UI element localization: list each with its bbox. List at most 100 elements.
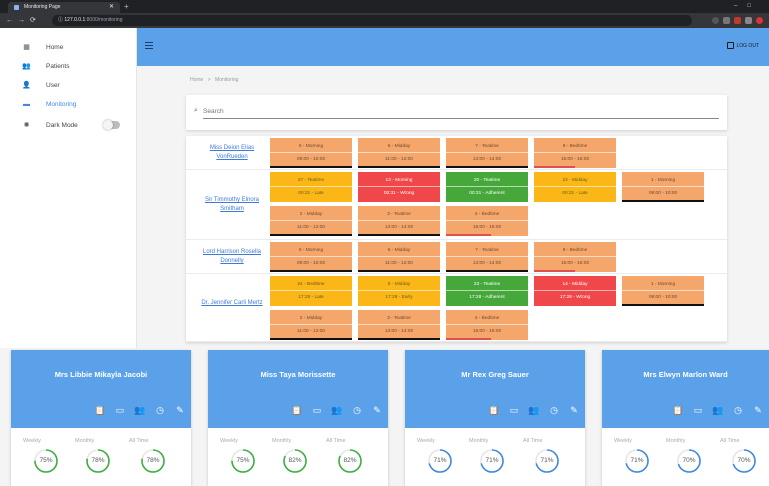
clipboard-icon[interactable]: 📋 (672, 405, 683, 416)
new-tab-icon[interactable]: + (124, 0, 129, 13)
clipboard-icon[interactable]: 📋 (488, 405, 499, 416)
group-icon[interactable]: 👥 (528, 405, 539, 416)
group-icon[interactable]: 👥 (712, 405, 723, 416)
patient-card: Mrs Libbie Mikayla Jacobi 📋 ▭ 👥 ◷ ✎ Weekly Mont… (11, 350, 191, 486)
schedule-slot[interactable]: 24 - Bedtime 17:28 - Late (270, 276, 352, 306)
clipboard-icon[interactable]: 📋 (94, 405, 105, 416)
search-input[interactable] (203, 105, 719, 119)
clock-icon[interactable]: ◷ (733, 405, 743, 416)
devices-icon[interactable]: ▭ (693, 405, 703, 416)
devices-icon[interactable]: ▭ (115, 405, 125, 416)
schedule-slot[interactable]: 5 - Morning 09:00 - 10:00 (270, 138, 352, 168)
schedule-slot[interactable]: 2 - Midday 11:00 - 12:00 (270, 206, 352, 236)
sidebar-item-home[interactable]: ▦ Home (0, 38, 137, 56)
dark-mode-toggle[interactable] (103, 120, 120, 130)
schedule-slot[interactable]: 1 - Morning 09:00 - 10:00 (622, 172, 704, 202)
menu-icon[interactable] (145, 42, 153, 49)
schedule-slot[interactable]: 5 - Morning 09:00 - 10:00 (270, 242, 352, 272)
patient-name-link[interactable]: Sir Timmothy Elnora Smitham (194, 196, 270, 214)
patient-card: Miss Taya Morissette 📋 ▭ 👥 ◷ ✎ Weekly Monthly Al… (208, 350, 388, 486)
address-bar[interactable]: ⓘ 127.0.0.1:8000/monitoring (52, 15, 692, 26)
monthly-percent: 78% (91, 457, 105, 464)
browser-tab[interactable]: Monitoring Page ✕ (8, 2, 120, 13)
edit-icon[interactable]: ✎ (175, 405, 185, 416)
schedule-slot[interactable]: 22 - Midday 00:31 - Late (534, 172, 616, 202)
slot-label: 4 - Bedtime (474, 316, 500, 321)
slot-label: 5 - Midday (387, 282, 411, 287)
schedule-slot[interactable]: 3 - Teatime 13:00 - 14:00 (358, 310, 440, 340)
slot-label: 8 - Bedtime (562, 248, 588, 253)
edit-icon[interactable]: ✎ (372, 405, 382, 416)
close-tab-icon[interactable]: ✕ (109, 2, 114, 13)
slot-label: 7 - Teatime (475, 248, 499, 253)
schedule-slot[interactable]: 3 - Teatime 13:00 - 14:00 (358, 206, 440, 236)
extension-icon[interactable] (734, 17, 741, 24)
group-icon[interactable]: 👥 (134, 405, 145, 416)
schedule-slot[interactable]: 13 - Morning 00:31 - Wrong (358, 172, 440, 202)
logout-button[interactable]: LOG OUT (727, 42, 759, 49)
schedule-slot[interactable]: 23 - Teatime 17:28 - Adherent (446, 276, 528, 306)
devices-icon[interactable]: ▭ (312, 405, 322, 416)
table-row: Miss Deion Elias VonRueden 5 - Morning 09:… (186, 136, 727, 170)
schedule-table: Miss Deion Elias VonRueden 5 - Morning 09:… (186, 136, 727, 342)
slot-time: 09:00 - 10:00 (648, 191, 678, 196)
clipboard-icon[interactable]: 📋 (291, 405, 302, 416)
slot-label: 6 - Midday (387, 144, 411, 149)
slot-label: 20 - Teatime (473, 178, 501, 183)
slot-time: 09:00 - 10:00 (296, 157, 326, 162)
schedule-slot[interactable]: 14 - Midday 17:28 - Wrong (534, 276, 616, 306)
nav-buttons[interactable]: ←→⟳ (6, 13, 41, 28)
weekly-label: Weekly (417, 438, 435, 444)
schedule-slot[interactable]: 2 - Midday 11:00 - 12:00 (270, 310, 352, 340)
schedule-slot[interactable]: 1 - Morning 09:00 - 10:00 (622, 276, 704, 306)
extensions[interactable] (712, 16, 763, 25)
schedule-slot[interactable]: 6 - Midday 11:00 - 12:00 (358, 242, 440, 272)
schedule-slot[interactable]: 4 - Bedtime 15:00 - 16:00 (446, 206, 528, 236)
schedule-slot[interactable]: 20 - Teatime 00:31 - Adherent (446, 172, 528, 202)
slot-divider (534, 152, 616, 153)
puzzle-icon[interactable] (745, 17, 752, 24)
patient-name-link[interactable]: Lord Harrison Rosella Donnelly (194, 248, 270, 266)
window-controls[interactable]: –□ (734, 0, 761, 13)
edit-icon[interactable]: ✎ (753, 405, 763, 416)
slot-label: 1 - Morning (650, 282, 676, 287)
sidebar-item-monitoring[interactable]: ▬ Monitoring (0, 95, 137, 113)
schedule-slot[interactable]: 5 - Midday 17:28 - Early (358, 276, 440, 306)
schedule-slot[interactable]: 27 - Teatime 00:31 - Late (270, 172, 352, 202)
edit-icon[interactable]: ✎ (569, 405, 579, 416)
schedule-slot[interactable]: 7 - Teatime 13:00 - 14:00 (446, 242, 528, 272)
dashboard-icon: ▦ (23, 44, 30, 51)
weekly-percent: 71% (433, 457, 447, 464)
slot-progress-bar (534, 165, 575, 168)
monthly-label: Monthly (666, 438, 686, 444)
patient-name-link[interactable]: Dr. Jennifer Carli Mertz (194, 299, 270, 308)
slot-divider (446, 220, 528, 221)
patient-name-link[interactable]: Miss Deion Elias VonRueden (194, 144, 270, 162)
clock-icon[interactable]: ◷ (155, 405, 165, 416)
monthly-percent: 71% (485, 457, 499, 464)
clock-icon[interactable]: ◷ (352, 405, 362, 416)
sidebar-item-patients[interactable]: 👥 Patients (0, 57, 137, 75)
profile-avatar[interactable] (756, 17, 763, 24)
slot-time: 15:00 - 16:00 (560, 261, 590, 266)
slot-divider (358, 152, 440, 153)
schedule-slot[interactable]: 4 - Bedtime 15:00 - 16:00 (446, 310, 528, 340)
group-icon[interactable]: 👥 (331, 405, 342, 416)
slot-time: 15:00 - 16:00 (560, 157, 590, 162)
schedule-slot[interactable]: 8 - Bedtime 15:00 - 16:00 (534, 138, 616, 168)
slot-divider (622, 290, 704, 291)
slot-divider (358, 220, 440, 221)
slot-label: 3 - Teatime (387, 316, 411, 321)
schedule-slot[interactable]: 6 - Midday 11:00 - 12:00 (358, 138, 440, 168)
slot-time: 17:28 - Wrong (559, 295, 591, 300)
schedule-slot[interactable]: 7 - Teatime 13:00 - 14:00 (446, 138, 528, 168)
slot-divider (622, 186, 704, 187)
breadcrumb-home[interactable]: Home (190, 77, 203, 83)
sidebar-item-user[interactable]: 👤 User (0, 76, 137, 94)
slot-time: 13:00 - 14:00 (472, 261, 502, 266)
clock-icon[interactable]: ◷ (549, 405, 559, 416)
settings-icon[interactable] (712, 17, 719, 24)
devices-icon[interactable]: ▭ (509, 405, 519, 416)
star-icon[interactable] (723, 17, 730, 24)
schedule-slot[interactable]: 8 - Bedtime 15:00 - 16:00 (534, 242, 616, 272)
